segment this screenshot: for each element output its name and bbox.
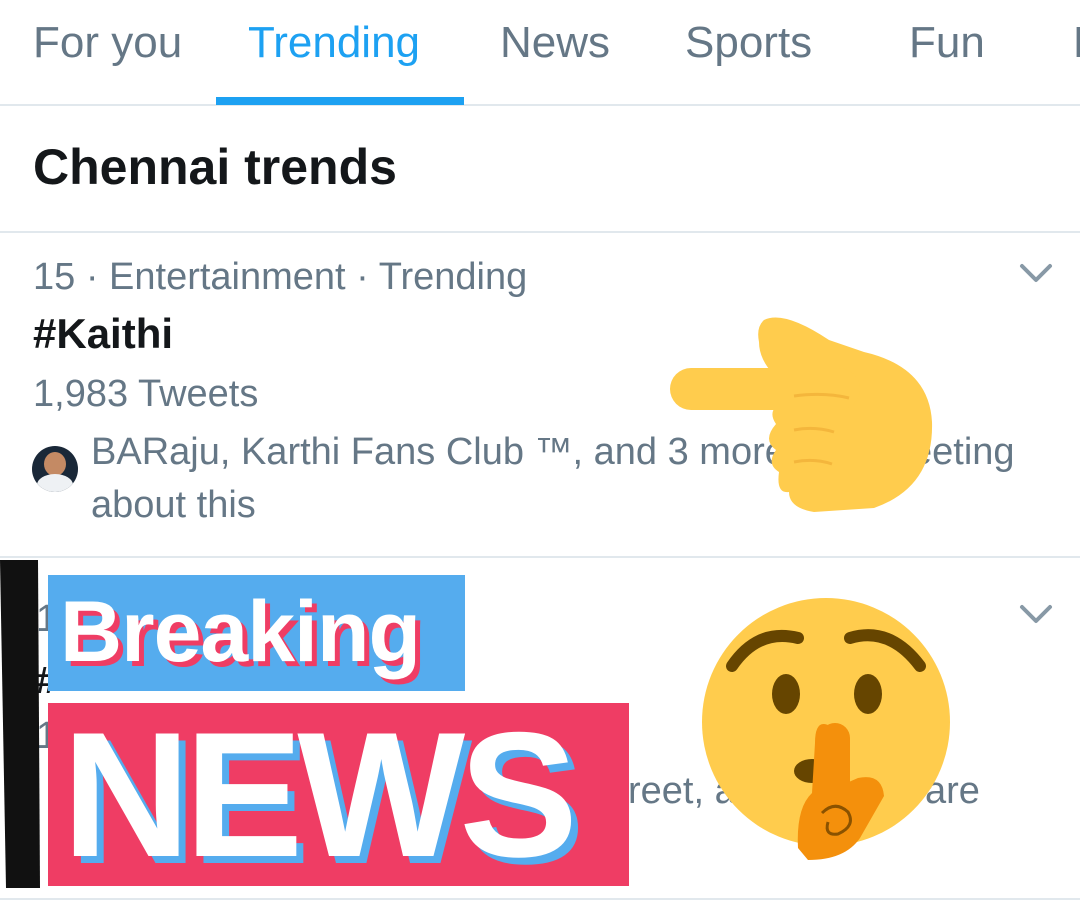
section-title: Chennai trends [33,139,397,195]
tab-sports[interactable]: Sports [685,18,812,68]
tab-fun[interactable]: Fun [909,18,985,68]
tab-entertainment[interactable]: E [1073,18,1080,68]
pointing-hand-icon [670,317,933,512]
trend-divider [0,556,1080,558]
chevron-down-icon[interactable] [1016,258,1056,288]
trend-name[interactable]: #Kaithi [33,310,173,358]
tab-for-you[interactable]: For you [33,18,182,68]
news-label: NEWS [62,695,578,894]
trend-meta: 15 · Entertainment · Trending [33,256,528,298]
black-bar [0,560,40,888]
tab-trending[interactable]: Trending [248,18,420,68]
trend-tweet-count: 1,983 Tweets [33,373,259,415]
chevron-down-icon[interactable] [1016,599,1056,629]
shushing-face-icon [702,598,950,860]
trend-context-line2: about this [91,484,256,526]
tab-news[interactable]: News [500,18,610,68]
active-tab-indicator [216,97,464,105]
avatar [32,446,78,492]
bottom-divider [0,898,1080,900]
breaking-label: Breaking [60,584,421,680]
section-divider [0,231,1080,233]
tab-bar: For you Trending News Sports Fun E [0,0,1080,106]
